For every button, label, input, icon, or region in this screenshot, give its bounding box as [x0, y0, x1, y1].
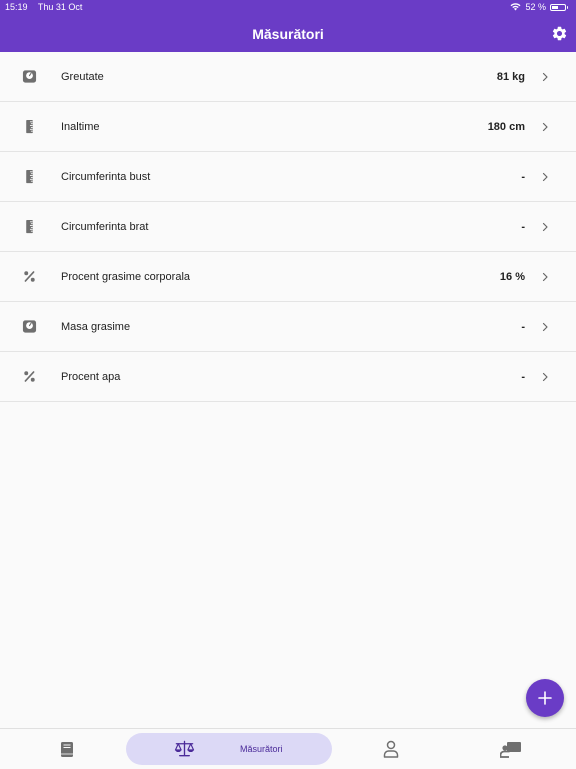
- chevron-right-icon: [542, 372, 548, 381]
- chevron-right-icon: [542, 172, 548, 181]
- chevron-right-icon: [542, 122, 548, 131]
- balance-icon: [174, 740, 195, 757]
- gear-icon: [552, 26, 566, 40]
- measurement-value: 180 cm: [487, 120, 525, 133]
- presentation-icon: [500, 741, 521, 758]
- chevron-right-icon: [542, 322, 548, 331]
- page-title: Măsurători: [252, 26, 324, 42]
- status-date: Thu 31 Oct: [37, 2, 83, 12]
- bottom-navigation: Măsurători: [0, 728, 576, 769]
- measurement-row-inaltime[interactable]: Inaltime 180 cm: [0, 102, 576, 152]
- chevron-right-icon: [542, 222, 548, 231]
- measurement-label: Inaltime: [61, 120, 100, 133]
- measurement-label: Circumferinta bust: [61, 170, 151, 183]
- settings-button[interactable]: [550, 24, 568, 42]
- measurement-label: Masa grasime: [61, 320, 131, 333]
- status-time: 15:19: [5, 2, 28, 12]
- ruler-icon: [25, 169, 33, 184]
- status-bar: 15:19 Thu 31 Oct 52 %: [0, 0, 576, 14]
- battery-icon: [550, 3, 568, 11]
- measurement-value: 81 kg: [496, 70, 525, 83]
- percent-icon: [23, 271, 35, 282]
- measurement-label: Greutate: [61, 70, 104, 83]
- measurement-value: -: [521, 220, 525, 233]
- ruler-icon: [25, 219, 33, 234]
- measurement-row-procent-grasime[interactable]: Procent grasime corporala 16 %: [0, 252, 576, 302]
- scale-icon: [22, 70, 36, 83]
- measurement-label: Procent apa: [61, 370, 121, 383]
- ruler-icon: [25, 119, 33, 134]
- percent-icon: [23, 371, 35, 382]
- battery-percent: 52 %: [525, 2, 546, 12]
- nav-tab-label: Măsurători: [240, 744, 283, 754]
- chevron-right-icon: [542, 272, 548, 281]
- book-icon: [61, 741, 73, 757]
- measurement-value: -: [521, 170, 525, 183]
- measurement-value: -: [521, 320, 525, 333]
- measurements-list: Greutate 81 kg Inaltime 180 cm Circumfer…: [0, 52, 576, 402]
- measurement-value: 16 %: [499, 270, 525, 283]
- measurement-label: Circumferinta brat: [61, 220, 149, 233]
- plus-icon: [538, 691, 552, 705]
- nav-tab-measurements[interactable]: Măsurători: [126, 733, 332, 765]
- measurement-row-circumferinta-bust[interactable]: Circumferinta bust -: [0, 152, 576, 202]
- wifi-icon: [510, 3, 521, 11]
- nav-tab-journal[interactable]: [52, 729, 82, 769]
- app-header: 15:19 Thu 31 Oct 52 % Măsurători: [0, 0, 576, 52]
- measurement-row-procent-apa[interactable]: Procent apa -: [0, 352, 576, 402]
- measurement-row-greutate[interactable]: Greutate 81 kg: [0, 52, 576, 102]
- measurement-label: Procent grasime corporala: [61, 270, 191, 283]
- scale-icon: [22, 320, 36, 333]
- measurement-value: -: [521, 370, 525, 383]
- nav-tab-profile[interactable]: [376, 729, 406, 769]
- person-icon: [383, 740, 399, 758]
- measurement-row-circumferinta-brat[interactable]: Circumferinta brat -: [0, 202, 576, 252]
- nav-tab-coach[interactable]: [496, 729, 526, 769]
- measurement-row-masa-grasime[interactable]: Masa grasime -: [0, 302, 576, 352]
- add-measurement-button[interactable]: [526, 679, 564, 717]
- chevron-right-icon: [542, 72, 548, 81]
